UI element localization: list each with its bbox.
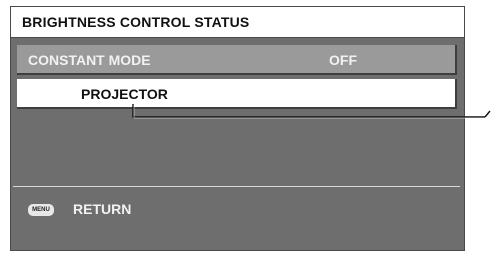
constant-mode-row[interactable]: CONSTANT MODE OFF: [17, 45, 457, 75]
constant-mode-label: CONSTANT MODE: [28, 52, 151, 68]
projector-label: PROJECTOR: [81, 86, 168, 102]
footer-divider: [13, 186, 460, 187]
return-label: RETURN: [73, 201, 132, 217]
constant-mode-value: OFF: [329, 52, 357, 68]
menu-title-bar: BRIGHTNESS CONTROL STATUS: [11, 7, 464, 38]
page: BRIGHTNESS CONTROL STATUS CONSTANT MODE …: [0, 0, 493, 255]
projector-row[interactable]: PROJECTOR: [17, 79, 457, 109]
menu-button-icon: MENU: [28, 204, 54, 216]
menu-title: BRIGHTNESS CONTROL STATUS: [22, 14, 250, 30]
brightness-control-status-menu: BRIGHTNESS CONTROL STATUS CONSTANT MODE …: [10, 6, 465, 251]
